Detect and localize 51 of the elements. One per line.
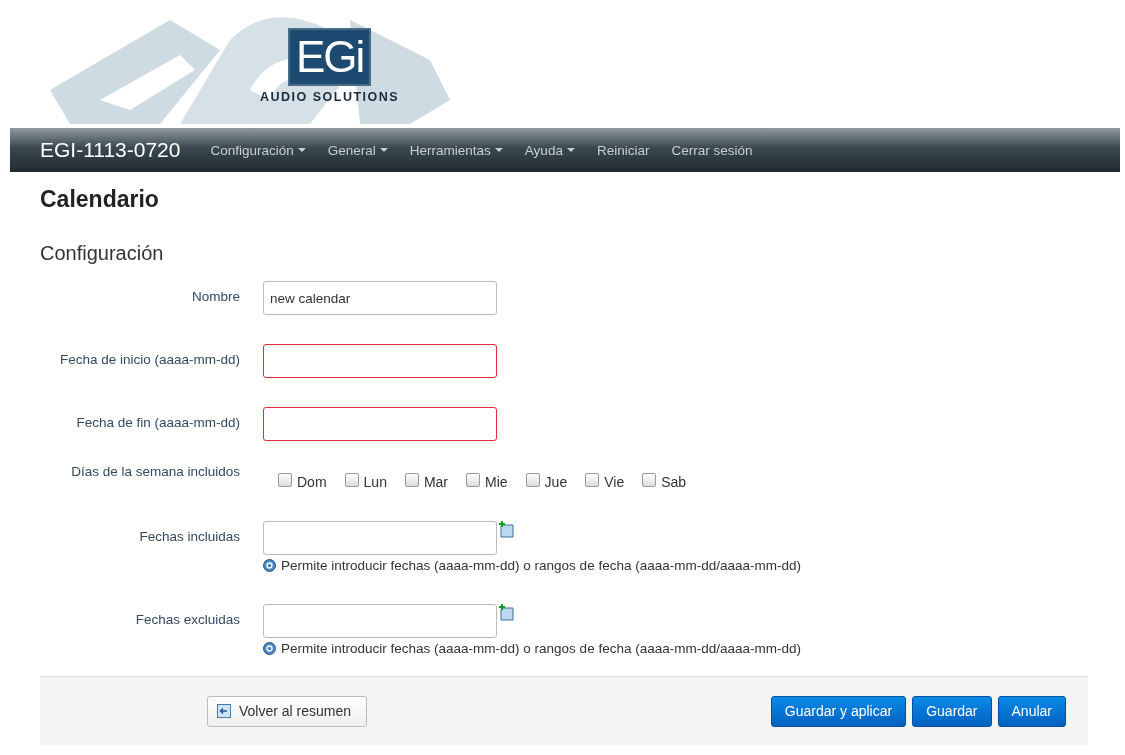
checkbox[interactable] bbox=[466, 473, 481, 487]
back-button[interactable]: Volver al resumen bbox=[207, 695, 368, 727]
checkbox[interactable] bbox=[404, 473, 419, 487]
action-button[interactable]: Anular bbox=[997, 695, 1066, 727]
info-icon bbox=[263, 642, 276, 655]
nav-menu-item[interactable]: Configuración bbox=[210, 142, 306, 158]
checkbox[interactable] bbox=[344, 473, 359, 487]
checkbox[interactable] bbox=[585, 473, 600, 487]
action-button[interactable]: Guardar y aplicar bbox=[770, 695, 907, 727]
nav-menu-item[interactable]: Herramientas bbox=[409, 142, 503, 158]
nav-menu-item[interactable]: General bbox=[327, 142, 388, 158]
field-label: Fechas excluidas bbox=[134, 611, 240, 627]
section-title: Configuración bbox=[40, 242, 165, 266]
info-icon bbox=[263, 559, 276, 572]
text-field[interactable] bbox=[263, 344, 497, 378]
field-label: Fechas incluidas bbox=[138, 528, 240, 544]
logo-tagline: AUDIO SOLUTIONS bbox=[260, 90, 400, 104]
checkbox-label: Dom bbox=[297, 474, 327, 490]
checkbox[interactable] bbox=[525, 473, 540, 487]
caret-icon bbox=[566, 148, 575, 152]
text-field[interactable] bbox=[263, 604, 497, 638]
checkbox-label: Vie bbox=[604, 474, 625, 490]
nav-menu-item[interactable]: Ayuda bbox=[524, 142, 575, 158]
add-item-icon[interactable] bbox=[499, 521, 515, 538]
text-field[interactable] bbox=[263, 521, 497, 555]
logo-mark: EGi bbox=[287, 28, 372, 86]
caret-icon bbox=[379, 148, 388, 152]
checkbox-label: Sab bbox=[661, 474, 687, 490]
checkbox-label: Mar bbox=[423, 474, 449, 490]
back-arrow-icon bbox=[217, 704, 231, 718]
action-button[interactable]: Guardar bbox=[912, 695, 992, 727]
checkbox-label: Jue bbox=[544, 474, 568, 490]
device-name: EGI-1113-0720 bbox=[40, 138, 181, 162]
field-label: Días de la semana incluidos bbox=[70, 463, 240, 479]
caret-icon bbox=[297, 148, 306, 152]
field-label: Nombre bbox=[191, 288, 240, 304]
hint-text: Permite introducir fechas (aaaa-mm-dd) o rangos de fecha (aaaa-mm-dd/aaaa-mm-dd) bbox=[281, 641, 801, 656]
checkbox[interactable] bbox=[278, 473, 292, 487]
page-title: Calendario bbox=[40, 186, 160, 214]
add-item-icon[interactable] bbox=[499, 604, 515, 621]
caret-icon bbox=[494, 148, 503, 152]
checkbox[interactable] bbox=[642, 473, 657, 487]
nav-menu-item[interactable]: Cerrar sesión bbox=[671, 142, 753, 158]
text-field[interactable] bbox=[263, 407, 497, 441]
hint-text: Permite introducir fechas (aaaa-mm-dd) o rangos de fecha (aaaa-mm-dd/aaaa-mm-dd) bbox=[281, 558, 801, 573]
checkbox-label: Mie bbox=[485, 474, 508, 490]
nav-menu-item[interactable]: Reiniciar bbox=[596, 142, 650, 158]
text-field[interactable]: new calendar bbox=[263, 281, 497, 315]
field-label: Fecha de inicio (aaaa-mm-dd) bbox=[58, 351, 240, 367]
checkbox-label: Lun bbox=[363, 474, 387, 490]
field-label: Fecha de fin (aaaa-mm-dd) bbox=[75, 414, 240, 430]
